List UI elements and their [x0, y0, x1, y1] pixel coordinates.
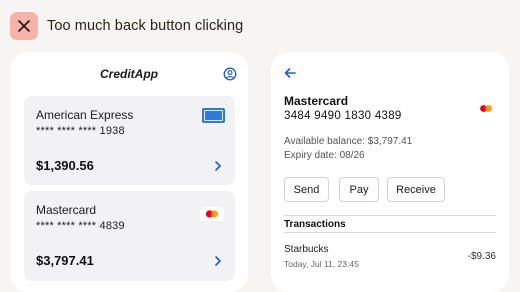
card-balance: $1,390.56 [36, 158, 94, 173]
transaction-amount: -$9.36 [467, 251, 496, 262]
close-icon [18, 20, 30, 32]
expiry-date: Expiry date: 08/26 [284, 150, 365, 161]
header: Too much back button clicking [10, 12, 243, 40]
app-bar: CreditApp [10, 64, 248, 84]
card-detail-screen: Mastercard 3484 9490 1830 4389 Available… [271, 52, 509, 292]
mastercard-logo-icon [200, 207, 224, 221]
chevron-right-icon[interactable] [213, 255, 223, 267]
card-number: **** **** **** 1938 [36, 125, 125, 137]
detail-card-number: 3484 9490 1830 4389 [284, 110, 402, 122]
available-balance: Available balance: $3,797.41 [284, 136, 413, 147]
card-item-amex[interactable]: American Express **** **** **** 1938 $1,… [24, 96, 235, 185]
send-button[interactable]: Send [284, 177, 329, 202]
chevron-right-icon[interactable] [213, 160, 223, 172]
divider [284, 232, 496, 233]
card-number: **** **** **** 4839 [36, 220, 125, 232]
app-title: CreditApp [100, 67, 158, 81]
pay-button[interactable]: Pay [339, 177, 379, 202]
amex-logo-icon [202, 108, 225, 123]
card-balance: $3,797.41 [36, 253, 94, 268]
divider [284, 215, 496, 216]
close-badge [10, 12, 38, 40]
transaction-merchant: Starbucks [284, 244, 329, 255]
transaction-date: Today, Jul 11, 23:45 [284, 259, 359, 269]
user-circle-icon[interactable] [223, 67, 237, 81]
card-name: American Express [36, 108, 134, 122]
detail-card-name: Mastercard [284, 94, 349, 108]
card-name: Mastercard [36, 203, 97, 217]
arrow-left-icon[interactable] [283, 66, 297, 80]
receive-button[interactable]: Receive [387, 177, 445, 202]
card-item-mastercard[interactable]: Mastercard **** **** **** 4839 $3,797.41 [24, 191, 235, 281]
mastercard-logo-icon [480, 105, 492, 112]
header-title: Too much back button clicking [47, 18, 244, 34]
transactions-title: Transactions [284, 219, 346, 230]
card-list-screen: CreditApp American Express **** **** ***… [10, 52, 248, 292]
